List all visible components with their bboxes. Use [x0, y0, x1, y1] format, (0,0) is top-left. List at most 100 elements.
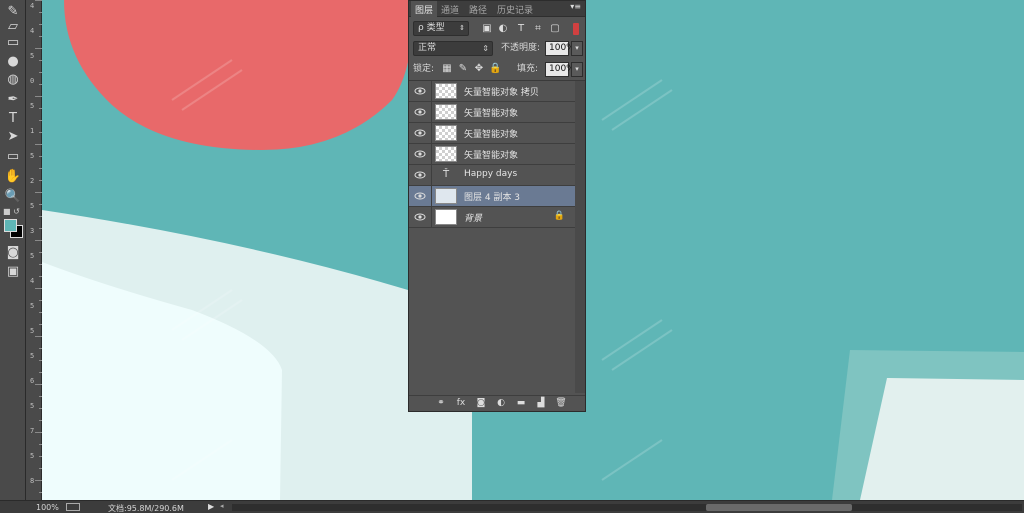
ruler-tick — [35, 336, 42, 337]
blend-mode-select[interactable]: 正常 ⇕ — [413, 41, 493, 56]
zoom-level[interactable]: 100% — [36, 503, 59, 512]
ruler-tick — [35, 96, 42, 97]
layers-panel: 图层 通道 路径 历史记录 ▾≡ ρ 类型 ⇕ ▣ ◐ T ⌗ ▢ 正常 ⇕ 不透明… — [408, 0, 586, 412]
horizontal-scrollbar[interactable] — [232, 504, 1022, 511]
eye-icon[interactable] — [414, 149, 426, 159]
image-filter-icon[interactable]: ▣ — [481, 23, 493, 35]
filter-type-select[interactable]: ρ 类型 ⇕ — [413, 21, 469, 36]
adjustment-layer-icon[interactable]: ◐ — [495, 398, 507, 409]
horizontal-scroll-thumb[interactable] — [706, 504, 852, 511]
new-group-icon[interactable]: ▬ — [515, 398, 527, 409]
type-filter-icon[interactable]: T — [515, 23, 527, 35]
hand-icon[interactable]: ✋ — [3, 167, 23, 185]
filter-toggle[interactable] — [573, 23, 579, 35]
separator — [431, 207, 432, 228]
eye-icon[interactable] — [414, 191, 426, 201]
layer-row[interactable]: 矢量智能对象 — [409, 144, 575, 165]
rectangle-icon[interactable]: ▭ — [3, 147, 23, 165]
separator — [431, 165, 432, 186]
text-layer-icon: Ť — [442, 169, 450, 180]
panel-menu-icon[interactable]: ▾≡ — [570, 2, 581, 11]
layer-row[interactable]: 矢量智能对象 — [409, 123, 575, 144]
fill-label: 填充: — [517, 64, 539, 74]
ruler-number: 1 — [30, 127, 35, 135]
smart-object-filter-icon[interactable]: ▢ — [549, 23, 561, 35]
layer-name: 背景 — [464, 214, 483, 224]
layer-row-background[interactable]: 背景 🔒 — [409, 207, 575, 228]
ruler-number: 5 — [30, 452, 35, 460]
ruler-number: 5 — [30, 152, 35, 160]
lock-row: 锁定: ▦ ✎ ✥ 🔒 填充: 100% ▾ — [413, 62, 583, 78]
status-bar: 100% 文档:95.8M/290.6M ▶ ◂ — [0, 500, 1024, 513]
ruler-number: 8 — [30, 477, 35, 485]
tab-layers[interactable]: 图层 — [411, 1, 438, 18]
ruler-number: 6 — [30, 377, 35, 385]
add-mask-icon[interactable]: ◙ — [475, 398, 487, 409]
lock-transparent-icon[interactable]: ▦ — [441, 63, 453, 75]
proof-icon[interactable] — [66, 503, 80, 511]
ruler-number: 5 — [30, 102, 35, 110]
pen-icon[interactable]: ✒ — [3, 90, 23, 108]
layer-row[interactable]: Ť Happy days — [409, 165, 575, 186]
ruler-number: 5 — [30, 252, 35, 260]
layer-row[interactable]: 矢量智能对象 — [409, 102, 575, 123]
ruler-tick — [35, 144, 42, 145]
ruler-number: 0 — [30, 77, 35, 85]
ruler-tick — [35, 240, 42, 241]
opacity-dropdown[interactable]: ▾ — [571, 41, 583, 56]
ruler-tick — [35, 0, 42, 1]
layer-row-selected[interactable]: 图层 4 副本 3 — [409, 186, 575, 207]
ruler-number: 5 — [30, 202, 35, 210]
ruler-number: 4 — [30, 277, 35, 285]
lock-all-icon[interactable]: 🔒 — [489, 63, 501, 75]
ruler-number: 7 — [30, 427, 35, 435]
foreground-color-swatch[interactable] — [4, 219, 17, 232]
screen-mode-icon[interactable]: ▣ — [3, 262, 23, 280]
blend-row: 正常 ⇕ 不透明度: 100% ▾ — [413, 41, 583, 57]
delete-layer-icon[interactable]: 🗑 — [555, 398, 567, 409]
new-layer-icon[interactable]: ▟ — [535, 398, 547, 409]
eye-icon[interactable] — [414, 170, 426, 180]
eye-icon[interactable] — [414, 86, 426, 96]
eye-icon[interactable] — [414, 128, 426, 138]
quick-mask-icon[interactable]: ◙ — [3, 243, 23, 261]
status-menu-icon[interactable]: ▶ — [208, 502, 214, 511]
opacity-input[interactable]: 100% — [545, 41, 575, 56]
layer-row[interactable]: 矢量智能对象 拷贝 — [409, 81, 575, 102]
eye-icon[interactable] — [414, 212, 426, 222]
layer-thumbnail — [435, 83, 457, 99]
ruler-number: 5 — [30, 52, 35, 60]
ruler-tick — [35, 288, 42, 289]
fill-input[interactable]: 100% — [545, 62, 575, 77]
ruler-number: 5 — [30, 352, 35, 360]
tab-history[interactable]: 历史记录 — [497, 3, 533, 16]
dodge-icon[interactable]: ◍ — [3, 70, 23, 88]
zoom-icon[interactable]: 🔍 — [3, 187, 23, 205]
layer-name: 矢量智能对象 — [464, 130, 519, 140]
layers-scrollbar[interactable] — [575, 81, 585, 393]
panel-footer: ⚭ fx ◙ ◐ ▬ ▟ 🗑 — [409, 395, 585, 411]
tab-channels[interactable]: 通道 — [441, 3, 459, 16]
layer-name: 矢量智能对象 — [464, 151, 519, 161]
layer-style-icon[interactable]: fx — [455, 398, 467, 409]
gradient-icon[interactable]: ▭ — [3, 33, 23, 51]
link-layers-icon[interactable]: ⚭ — [435, 398, 447, 409]
type-icon[interactable]: T — [3, 109, 23, 127]
layer-name: 矢量智能对象 — [464, 109, 519, 119]
blur-icon[interactable]: ● — [3, 52, 23, 70]
ruler-tick — [35, 480, 42, 481]
scroll-left-icon[interactable]: ◂ — [220, 502, 224, 510]
path-selection-icon[interactable]: ➤ — [3, 127, 23, 145]
eye-icon[interactable] — [414, 107, 426, 117]
swap-colors-icon[interactable]: ■ ↺ — [3, 207, 23, 216]
ruler-number: 5 — [30, 302, 35, 310]
adjustment-filter-icon[interactable]: ◐ — [497, 23, 509, 35]
lock-pixels-icon[interactable]: ✎ — [457, 63, 469, 75]
photoshop-window: ✎ ▱ ▭ ● ◍ ✒ T ➤ ▭ ✋ 🔍 ■ ↺ ◙ ▣ 4 4 5 0 5 1 5 2 5 3… — [0, 0, 1024, 513]
lock-position-icon[interactable]: ✥ — [473, 63, 485, 75]
shape-filter-icon[interactable]: ⌗ — [532, 23, 544, 35]
ruler-number: 3 — [30, 227, 35, 235]
tab-paths[interactable]: 路径 — [469, 3, 487, 16]
fill-dropdown[interactable]: ▾ — [571, 62, 583, 77]
layer-thumbnail — [435, 125, 457, 141]
